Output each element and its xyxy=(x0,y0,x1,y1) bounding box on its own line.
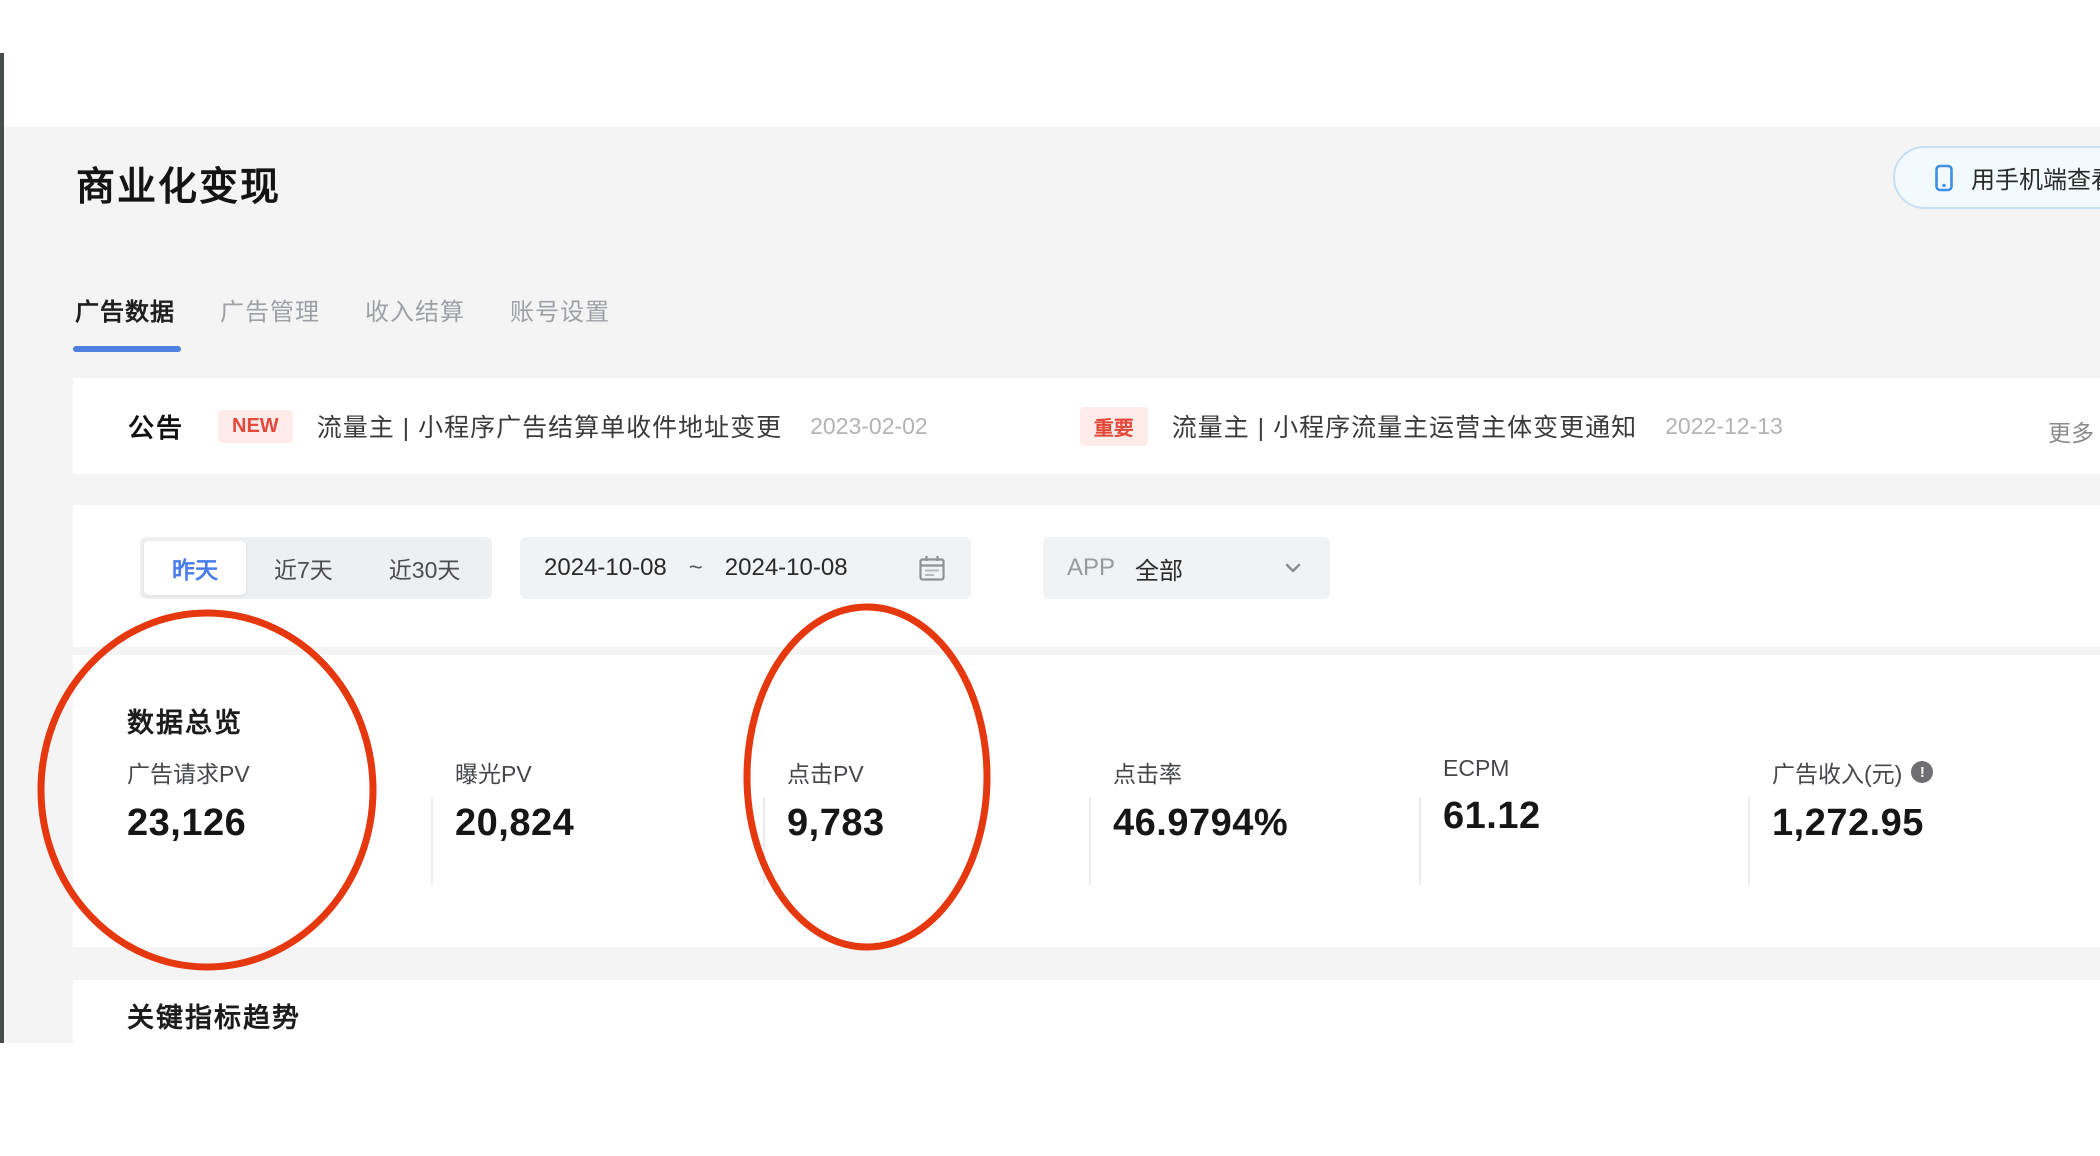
metric-label-text: 广告收入(元) xyxy=(1772,761,1903,787)
announcement-badge-new: NEW xyxy=(218,409,293,443)
announcement-link-2[interactable]: 流量主 | 小程序流量主运营主体变更通知 xyxy=(1172,408,1637,444)
app-select-value: 全部 xyxy=(1135,557,1184,585)
metric-click-rate: 点击率 46.9794% xyxy=(1113,755,1288,845)
announcement-heading: 公告 xyxy=(128,412,185,443)
metric-ecpm: ECPM 61.12 xyxy=(1443,755,1541,838)
metric-divider xyxy=(763,797,765,885)
metric-divider xyxy=(431,797,433,885)
tab-revenue-settlement[interactable]: 收入结算 xyxy=(365,292,465,327)
tab-bar: 广告数据 广告管理 收入结算 账号设置 xyxy=(75,292,610,327)
announcement-bar: 公告 NEW 流量主 | 小程序广告结算单收件地址变更 2023-02-02 重… xyxy=(73,378,2100,474)
view-on-mobile-label: 用手机端查看数据 xyxy=(1971,167,2100,194)
metric-divider xyxy=(1748,797,1750,885)
chevron-down-icon xyxy=(1280,555,1306,581)
tab-account-settings[interactable]: 账号设置 xyxy=(510,292,610,327)
date-range-separator: ~ xyxy=(688,554,703,581)
filter-bar: 昨天 近7天 近30天 2024-10-08 ~ 2024-10-08 APP xyxy=(73,505,2100,647)
metric-divider xyxy=(1419,797,1421,885)
metric-label: 广告请求PV xyxy=(127,761,250,787)
data-overview-card: 数据总览 广告请求PV 23,126 曝光PV 20,824 点击PV 9,78… xyxy=(73,655,2100,947)
metric-label: 曝光PV xyxy=(455,761,532,787)
metric-value: 23,126 xyxy=(127,802,247,844)
range-last-30-days[interactable]: 近30天 xyxy=(361,541,489,595)
metric-label: 点击PV xyxy=(787,761,864,787)
view-on-mobile-button[interactable]: 用手机端查看数据 xyxy=(1893,146,2100,209)
metric-value: 46.9794% xyxy=(1113,802,1289,844)
metric-ad-revenue: 广告收入(元) ! 1,272.95 xyxy=(1772,755,1934,845)
app-select[interactable]: APP 全部 xyxy=(1043,537,1330,599)
calendar-icon xyxy=(917,553,947,583)
date-range-input[interactable]: 2024-10-08 ~ 2024-10-08 xyxy=(520,537,971,599)
app-select-label: APP xyxy=(1067,554,1116,581)
announcement-link-1[interactable]: 流量主 | 小程序广告结算单收件地址变更 xyxy=(317,408,782,444)
tab-ad-management[interactable]: 广告管理 xyxy=(220,292,320,327)
metric-click-pv: 点击PV 9,783 xyxy=(787,755,885,845)
info-icon[interactable]: ! xyxy=(1911,761,1934,783)
page-title: 商业化变现 xyxy=(76,166,282,209)
announcement-row: 公告 NEW 流量主 | 小程序广告结算单收件地址变更 2023-02-02 重… xyxy=(73,378,2100,474)
metric-value: 20,824 xyxy=(455,802,575,844)
metric-label: 点击率 xyxy=(1113,761,1182,787)
key-trends-card: 关键指标趋势 xyxy=(73,980,2100,1156)
metric-value: 1,272.95 xyxy=(1772,802,1924,844)
tab-ad-data[interactable]: 广告数据 xyxy=(75,292,175,327)
screen: 商业化变现 用手机端查看数据 广告数据 广告管理 收入结算 账号设置 公告 NE… xyxy=(0,0,2100,1156)
metric-value: 9,783 xyxy=(787,802,885,844)
overview-heading: 数据总览 xyxy=(127,708,243,738)
active-tab-indicator xyxy=(73,346,181,352)
metric-label: ECPM xyxy=(1443,755,1510,781)
announcement-date-1: 2023-02-02 xyxy=(810,412,928,439)
date-start-value: 2024-10-08 xyxy=(544,554,667,581)
date-end-value: 2024-10-08 xyxy=(724,554,848,581)
metric-divider xyxy=(1089,797,1091,885)
range-last-7-days[interactable]: 近7天 xyxy=(246,541,361,595)
announcement-badge-important: 重要 xyxy=(1079,406,1148,446)
metric-label: 广告收入(元) ! xyxy=(1772,755,1934,789)
metric-ad-request-pv: 广告请求PV 23,126 xyxy=(127,755,250,845)
announcement-date-2: 2022-12-13 xyxy=(1665,412,1783,439)
trends-heading: 关键指标趋势 xyxy=(127,1003,301,1033)
range-yesterday[interactable]: 昨天 xyxy=(144,541,246,595)
date-quick-range-control: 昨天 近7天 近30天 xyxy=(140,537,493,599)
phone-icon xyxy=(1929,163,1959,193)
announcement-more-link[interactable]: 更多 xyxy=(2048,414,2094,448)
metric-value: 61.12 xyxy=(1443,795,1541,837)
metric-impression-pv: 曝光PV 20,824 xyxy=(455,755,574,845)
